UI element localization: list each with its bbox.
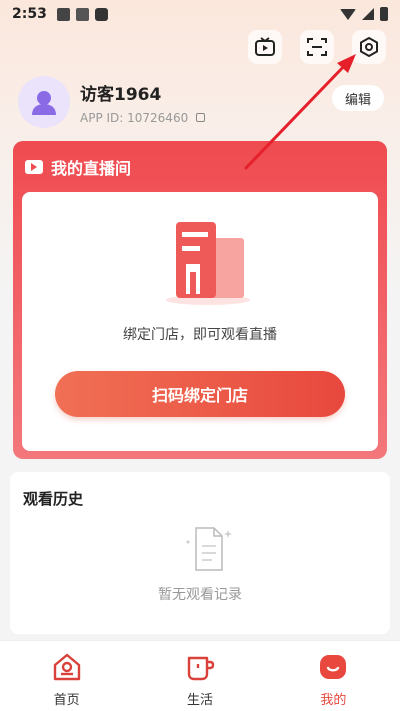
live-room-header: 我的直播间 <box>13 141 387 193</box>
top-actions <box>248 30 386 64</box>
image-notification-icon <box>56 7 70 21</box>
copy-icon[interactable] <box>196 113 206 122</box>
square-notification-icon <box>94 7 108 21</box>
tv-play-icon <box>255 37 275 56</box>
store-building-icon <box>166 222 250 305</box>
live-tv-icon <box>25 160 43 174</box>
profile-text: 访客1964 APP ID: 10726460 <box>80 80 206 125</box>
tv-play-button[interactable] <box>248 30 282 64</box>
history-title: 观看历史 <box>23 490 84 508</box>
wifi-icon <box>340 8 356 20</box>
bottom-nav: 首页 生活 我的 <box>0 640 400 711</box>
empty-document-icon <box>186 527 232 571</box>
edit-button[interactable]: 编辑 <box>332 85 384 111</box>
status-indicators <box>340 7 388 21</box>
status-time: 2:53 <box>12 6 47 22</box>
watch-history-card: 观看历史 暂无观看记录 <box>10 472 390 634</box>
home-icon <box>50 651 84 683</box>
app-id: APP ID: 10726460 <box>80 110 189 125</box>
nav-label-mine: 我的 <box>320 693 347 708</box>
battery-icon <box>380 7 388 21</box>
profile-section: 访客1964 APP ID: 10726460 编辑 <box>18 74 384 130</box>
user-avatar-icon <box>32 91 56 115</box>
nav-label-home: 首页 <box>53 693 80 708</box>
live-room-title: 我的直播间 <box>51 159 132 178</box>
bind-store-tip: 绑定门店，即可观看直播 <box>123 327 277 343</box>
nav-item-life[interactable]: 生活 <box>133 641 266 711</box>
username: 访客1964 <box>80 84 162 105</box>
scan-bind-store-button[interactable]: 扫码绑定门店 <box>55 371 345 417</box>
live-room-card: 我的直播间 绑定门店，即可观看直播 扫码绑定门店 <box>13 141 387 459</box>
history-empty-text: 暂无观看记录 <box>158 587 242 603</box>
settings-button[interactable] <box>352 30 386 64</box>
cup-icon <box>183 651 217 683</box>
scan-icon <box>307 38 327 56</box>
signal-icon <box>362 8 374 20</box>
nav-label-life: 生活 <box>186 693 213 708</box>
avatar[interactable] <box>18 76 70 128</box>
a-notification-icon <box>75 7 89 21</box>
scan-button[interactable] <box>300 30 334 64</box>
status-bar: 2:53 <box>0 0 400 28</box>
profile-icon <box>316 651 350 683</box>
nav-item-home[interactable]: 首页 <box>0 641 133 711</box>
settings-icon <box>360 37 378 57</box>
app-id-row: APP ID: 10726460 <box>80 110 206 125</box>
live-room-content: 绑定门店，即可观看直播 扫码绑定门店 <box>22 192 378 451</box>
nav-item-mine[interactable]: 我的 <box>267 641 400 711</box>
